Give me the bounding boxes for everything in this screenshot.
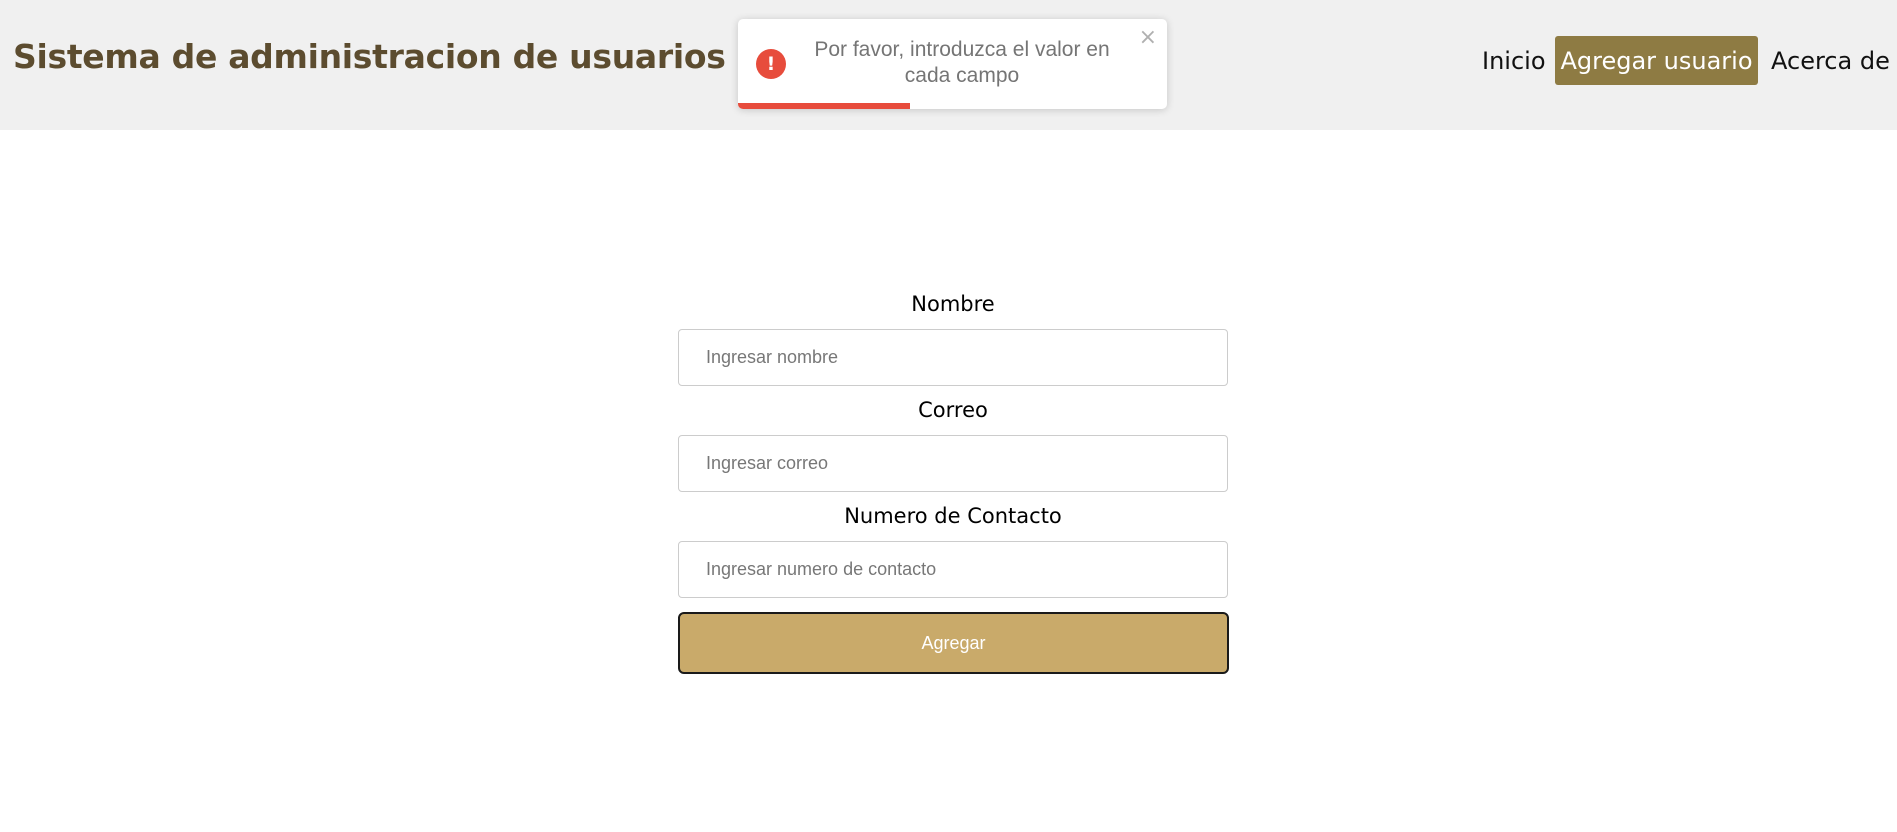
error-toast: ! Por favor, introduzca el valor en cada… bbox=[738, 19, 1167, 109]
error-exclamation-icon: ! bbox=[756, 49, 786, 79]
correo-label: Correo bbox=[918, 398, 988, 422]
nombre-input[interactable] bbox=[678, 329, 1228, 386]
numero-contacto-input[interactable] bbox=[678, 541, 1228, 598]
app-title: Sistema de administracion de usuarios bbox=[13, 37, 726, 76]
nombre-label: Nombre bbox=[911, 292, 995, 316]
numero-contacto-label: Numero de Contacto bbox=[844, 504, 1062, 528]
nav-acerca-de-link[interactable]: Acerca de bbox=[1771, 36, 1890, 85]
correo-input[interactable] bbox=[678, 435, 1228, 492]
close-icon[interactable]: × bbox=[1139, 27, 1157, 49]
toast-progress-bar bbox=[738, 103, 910, 109]
nav-agregar-usuario-link[interactable]: Agregar usuario bbox=[1555, 36, 1758, 85]
agregar-button[interactable]: Agregar bbox=[678, 612, 1229, 674]
toast-message: Por favor, introduzca el valor en cada c… bbox=[814, 38, 1110, 87]
add-user-form: Nombre Correo Numero de Contacto Agregar bbox=[678, 288, 1229, 674]
nav-inicio-link[interactable]: Inicio bbox=[1482, 36, 1546, 85]
